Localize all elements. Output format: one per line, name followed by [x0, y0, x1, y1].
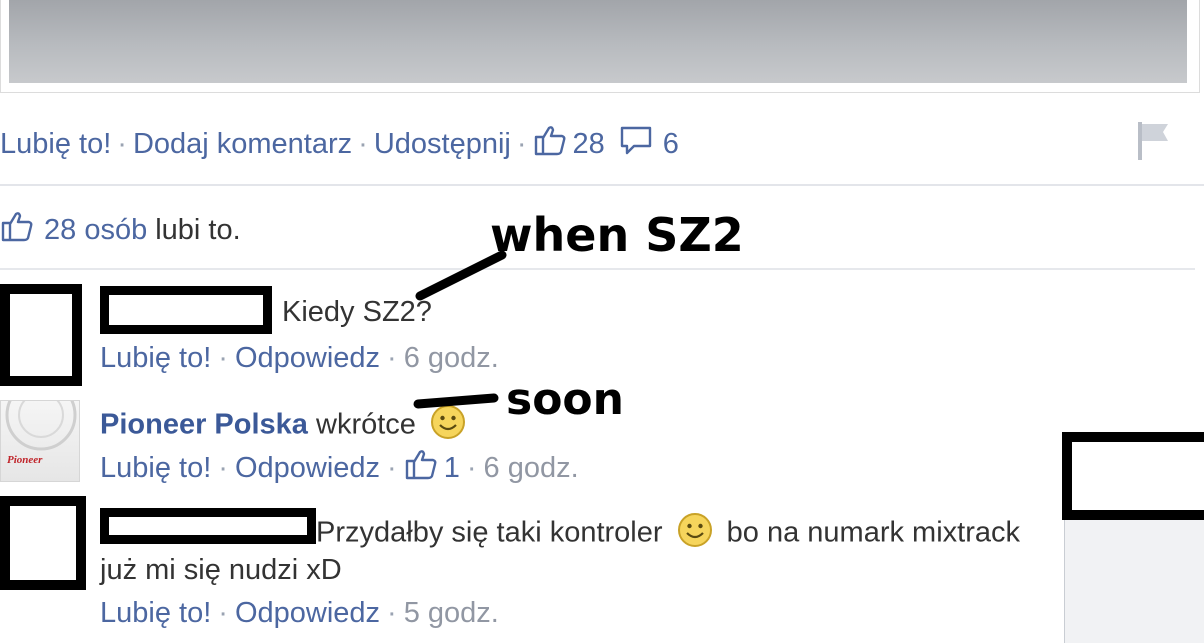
annotation-strokes [413, 250, 507, 409]
annotation-line-soon [413, 393, 499, 409]
annotation-soon: soon [506, 374, 624, 425]
annotation-when: when SZ2 [490, 208, 744, 262]
